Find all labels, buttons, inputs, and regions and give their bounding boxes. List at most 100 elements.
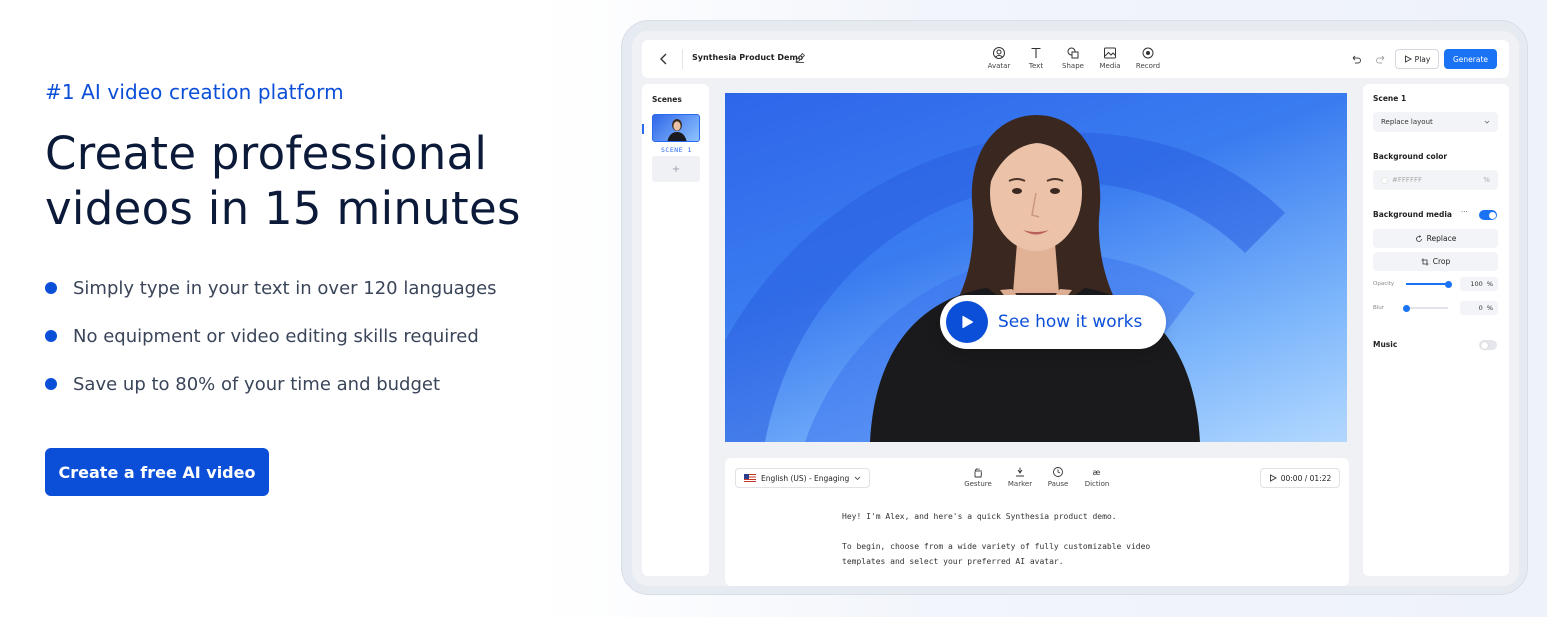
play-triangle-icon <box>962 315 974 329</box>
scene-avatar-thumb <box>667 119 687 141</box>
music-title: Music <box>1373 340 1398 349</box>
script-tool-label: Diction <box>1084 480 1110 488</box>
script-tool-diction[interactable]: æ Diction <box>1077 466 1117 488</box>
editor-screen: Synthesia Product Demo Avatar Text Shape… <box>632 31 1519 586</box>
avatar-icon <box>993 47 1005 59</box>
create-free-video-button[interactable]: Create a free AI video <box>45 448 269 496</box>
tool-record[interactable]: Record <box>1130 46 1166 70</box>
text-icon <box>1031 47 1041 58</box>
tool-avatar[interactable]: Avatar <box>981 46 1017 70</box>
opacity-unit: % <box>1486 280 1493 288</box>
music-toggle[interactable] <box>1479 340 1497 350</box>
undo-icon[interactable] <box>1350 53 1362 65</box>
blur-unit: % <box>1486 304 1493 312</box>
script-tool-pause[interactable]: Pause <box>1038 466 1078 488</box>
svg-text:æ: æ <box>1093 468 1101 477</box>
background-color-value: #FFFFFF <box>1392 176 1423 184</box>
diction-icon: æ <box>1093 468 1101 477</box>
editor-toolbar: Synthesia Product Demo Avatar Text Shape… <box>642 40 1509 78</box>
generate-button[interactable]: Generate <box>1444 49 1497 69</box>
scene-label: SCENE 1 <box>661 146 692 154</box>
toolbar-divider <box>682 49 683 69</box>
background-color-title: Background color <box>1373 152 1448 161</box>
opacity-slider[interactable] <box>1406 280 1452 288</box>
bullet-dot-icon <box>45 282 57 294</box>
script-tool-gesture[interactable]: Gesture <box>958 466 998 488</box>
feature-list: Simply type in your text in over 120 lan… <box>45 264 585 408</box>
pause-icon <box>1053 467 1063 477</box>
opacity-label: Opacity <box>1373 281 1395 287</box>
color-swatch <box>1381 176 1388 184</box>
play-button[interactable]: Play <box>1395 49 1439 69</box>
play-icon <box>1269 474 1277 482</box>
blur-slider[interactable] <box>1402 304 1448 312</box>
scene-thumbnail[interactable] <box>652 114 700 142</box>
hero-headline: Create professional videos in 15 minutes <box>45 126 585 236</box>
script-text-area[interactable]: Hey! I'm Alex, and here's a quick Synthe… <box>842 509 1150 569</box>
tool-media[interactable]: Media <box>1092 46 1128 70</box>
scene-properties-title: Scene 1 <box>1373 94 1407 103</box>
redo-icon[interactable] <box>1375 53 1387 65</box>
feature-item: Save up to 80% of your time and budget <box>45 360 585 408</box>
see-how-label: See how it works <box>998 312 1143 332</box>
script-tool-marker[interactable]: Marker <box>1000 466 1040 488</box>
script-line: Hey! I'm Alex, and here's a quick Synthe… <box>842 512 1117 521</box>
add-scene-button[interactable]: + <box>652 156 700 182</box>
tool-label: Text <box>1028 62 1044 70</box>
script-tool-label: Pause <box>1047 480 1069 488</box>
language-voice-select[interactable]: English (US) - Engaging <box>735 468 871 488</box>
chevron-down-icon <box>1484 120 1490 124</box>
video-canvas[interactable]: See how it works <box>725 93 1347 442</box>
more-options-icon[interactable]: ··· <box>1461 208 1468 216</box>
language-label: English (US) - Engaging <box>761 473 850 483</box>
crop-label: Crop <box>1432 257 1451 266</box>
bullet-dot-icon <box>45 378 57 390</box>
blur-label: Blur <box>1373 305 1385 311</box>
blur-value: 0 <box>1478 304 1483 312</box>
replace-media-button[interactable]: Replace <box>1373 229 1498 248</box>
blur-value-field[interactable]: 0 % <box>1460 301 1498 315</box>
pencil-icon[interactable] <box>794 52 806 64</box>
marker-icon <box>1016 467 1024 477</box>
opacity-value-field[interactable]: 100 % <box>1460 277 1498 291</box>
tool-label: Shape <box>1062 62 1084 70</box>
chevron-left-icon[interactable] <box>658 52 670 66</box>
opacity-slider-knob[interactable] <box>1444 280 1452 288</box>
blur-slider-knob[interactable] <box>1402 304 1410 312</box>
feature-text: No equipment or video editing skills req… <box>73 325 479 347</box>
feature-text: Save up to 80% of your time and budget <box>73 373 441 395</box>
replace-layout-select[interactable]: Replace layout <box>1373 112 1498 132</box>
project-title[interactable]: Synthesia Product Demo <box>692 53 803 62</box>
tool-text[interactable]: Text <box>1018 46 1054 70</box>
gesture-icon <box>974 468 982 478</box>
device-frame: Synthesia Product Demo Avatar Text Shape… <box>621 20 1528 595</box>
tool-shape[interactable]: Shape <box>1055 46 1091 70</box>
tool-label: Media <box>1099 62 1121 70</box>
tool-label: Record <box>1135 62 1161 70</box>
hero-section: #1 AI video creation platform Create pro… <box>45 80 585 408</box>
layout-select-label: Replace layout <box>1381 118 1433 126</box>
script-tool-label: Marker <box>1007 480 1033 488</box>
background-color-field[interactable]: #FFFFFF % <box>1373 170 1498 190</box>
headline-line-2: videos in 15 minutes <box>45 182 521 235</box>
see-how-it-works-button[interactable]: See how it works <box>940 295 1166 349</box>
feature-text: Simply type in your text in over 120 lan… <box>73 277 497 299</box>
scenes-panel: Scenes SCENE 1 + <box>642 84 709 576</box>
preview-timer-button[interactable]: 00:00 / 01:22 <box>1260 468 1340 488</box>
play-circle-icon <box>946 301 988 343</box>
feature-item: Simply type in your text in over 120 lan… <box>45 264 585 312</box>
avatar-presenter <box>870 115 1200 442</box>
play-icon <box>1404 55 1412 63</box>
opacity-slider-fill <box>1406 283 1448 285</box>
properties-panel: Scene 1 Replace layout Background color … <box>1363 84 1509 576</box>
play-label: Play <box>1414 54 1431 64</box>
tool-label: Avatar <box>987 62 1011 70</box>
scenes-title: Scenes <box>652 95 682 104</box>
headline-line-1: Create professional <box>45 127 488 180</box>
script-line: To begin, choose from a wide variety of … <box>842 542 1151 551</box>
opacity-value: 100 <box>1470 280 1483 288</box>
crop-media-button[interactable]: Crop <box>1373 252 1498 271</box>
crop-icon <box>1421 258 1429 265</box>
background-media-toggle[interactable] <box>1479 210 1497 220</box>
background-color-unit: % <box>1483 176 1490 184</box>
